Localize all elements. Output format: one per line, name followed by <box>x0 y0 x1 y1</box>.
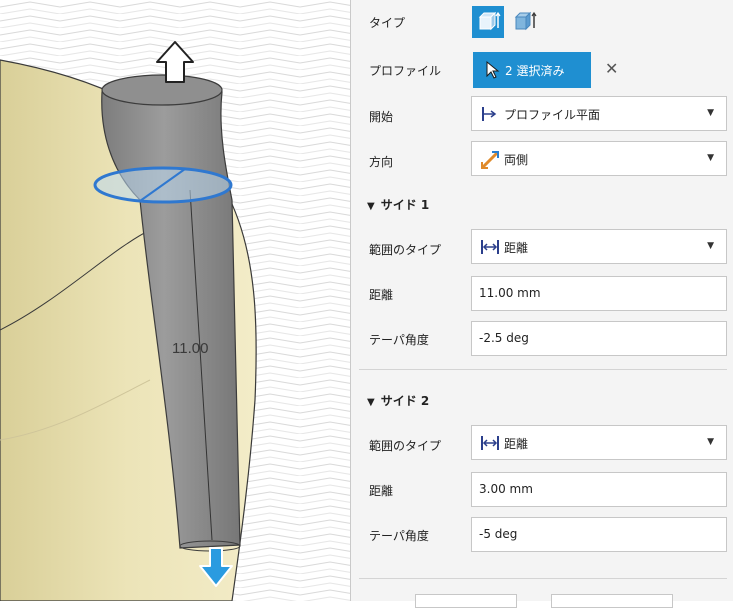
bottom-partial-control[interactable] <box>551 594 673 608</box>
side2-distance-value: 3.00 mm <box>479 482 533 496</box>
chevron-down-icon: ▼ <box>707 241 714 251</box>
side1-title: サイド 1 <box>380 198 430 212</box>
profile-selection-button[interactable]: 2 選択済み <box>473 52 591 88</box>
section-divider <box>359 578 727 579</box>
side2-distance-label: 距離 <box>369 484 394 498</box>
extrude-panel: タイプ プロファイル 2 選択済み ✕ 開始 プロファイル平面 ▼ 方向 両側 … <box>350 0 733 608</box>
direction-label: 方向 <box>369 155 394 169</box>
side1-distance-label: 距離 <box>369 288 394 302</box>
side2-extent-type-label: 範囲のタイプ <box>369 439 442 453</box>
clear-selection-close-icon[interactable]: ✕ <box>605 59 618 78</box>
collapse-triangle-icon: ▼ <box>367 397 375 408</box>
side1-extent-type-label: 範囲のタイプ <box>369 243 442 257</box>
chevron-down-icon: ▼ <box>707 153 714 163</box>
start-dropdown[interactable]: プロファイル平面 ▼ <box>471 96 727 131</box>
collapse-triangle-icon: ▼ <box>367 201 375 212</box>
cursor-arrow-icon <box>486 60 500 79</box>
side2-taper-input[interactable]: -5 deg <box>471 517 727 552</box>
chevron-down-icon: ▼ <box>707 437 714 447</box>
start-label: 開始 <box>369 110 394 124</box>
start-value: プロファイル平面 <box>504 108 601 122</box>
side2-title: サイド 2 <box>380 394 430 408</box>
dimension-label[interactable]: 11.00 <box>172 340 208 357</box>
side1-extent-type-dropdown[interactable]: 距離 ▼ <box>471 229 727 264</box>
thin-extrude-icon <box>514 11 537 31</box>
side1-taper-label: テーパ角度 <box>369 333 429 347</box>
distance-extent-icon <box>481 436 499 450</box>
side1-distance-value: 11.00 mm <box>479 286 541 300</box>
chevron-down-icon: ▼ <box>707 108 714 118</box>
side2-distance-input[interactable]: 3.00 mm <box>471 472 727 507</box>
type-thin-button[interactable] <box>509 6 541 38</box>
3d-viewport[interactable]: 11.00 <box>0 0 350 601</box>
side2-taper-label: テーパ角度 <box>369 529 429 543</box>
profile-selected-text: 2 選択済み <box>505 64 565 78</box>
direction-dropdown[interactable]: 両側 ▼ <box>471 141 727 176</box>
solid-extrude-icon <box>478 11 501 31</box>
side1-distance-input[interactable]: 11.00 mm <box>471 276 727 311</box>
extrude-top-face <box>101 74 223 106</box>
type-label: タイプ <box>369 16 406 30</box>
side1-taper-value: -2.5 deg <box>479 331 529 345</box>
profile-plane-start-icon <box>482 107 497 121</box>
side1-taper-input[interactable]: -2.5 deg <box>471 321 727 356</box>
section-divider <box>359 369 727 370</box>
side2-taper-value: -5 deg <box>479 527 518 541</box>
side1-header[interactable]: ▼ サイド 1 <box>367 196 429 213</box>
profile-label: プロファイル <box>369 64 442 78</box>
side2-extent-type-dropdown[interactable]: 距離 ▼ <box>471 425 727 460</box>
symmetric-direction-icon <box>480 150 500 170</box>
type-solid-button[interactable] <box>472 6 504 38</box>
side2-header[interactable]: ▼ サイド 2 <box>367 392 429 409</box>
bottom-partial-control[interactable] <box>415 594 517 608</box>
distance-extent-icon <box>481 240 499 254</box>
direction-value: 両側 <box>504 153 529 167</box>
side1-extent-type-value: 距離 <box>504 241 529 255</box>
side2-extent-type-value: 距離 <box>504 437 529 451</box>
